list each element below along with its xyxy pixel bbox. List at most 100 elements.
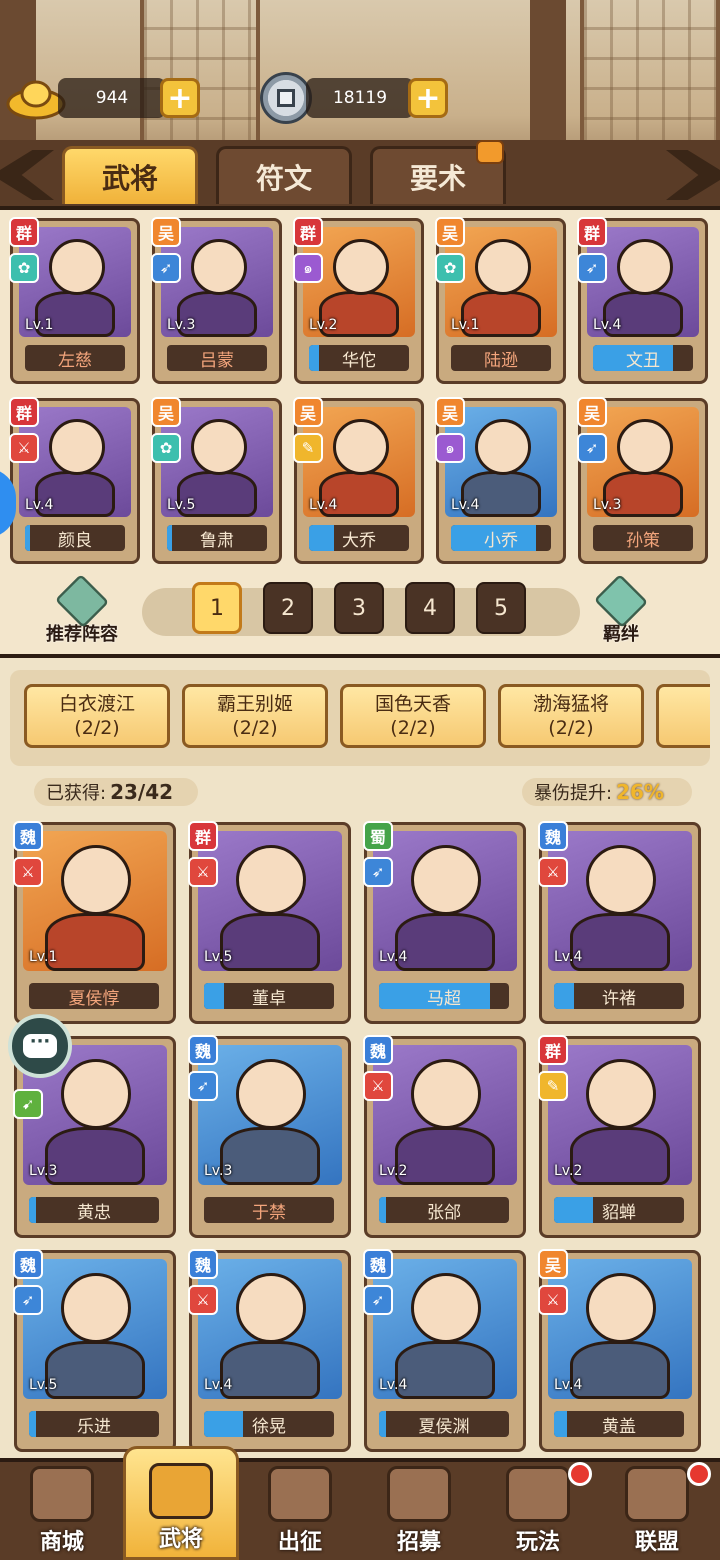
hero-card[interactable]: 吴 ✎ Lv.4 大乔 [293,397,424,564]
banner-icon [625,1466,689,1522]
hero-level: Lv.4 [379,949,408,965]
hero-figure-body [45,1341,145,1399]
nav-label: 玩法 [515,1530,560,1555]
tab-generals[interactable]: 武将 [62,146,198,204]
bond-list[interactable]: 白衣渡江(2/2)霸王别姬(2/2)国色天香(2/2)渤海猛将(2/2)逆 [10,670,710,766]
hero-card[interactable]: 群 ➶ Lv.4 文丑 [577,217,708,384]
hero-name: 颜良 [58,530,92,551]
level-progress-fill [379,1197,386,1223]
bond-button[interactable]: 羁绊 [593,573,649,646]
add-coin-button[interactable]: + [408,78,448,118]
shop-icon [30,1466,94,1522]
lineup-slot-3[interactable]: 3 [334,582,384,634]
nav-war-drum[interactable]: 出征 [242,1462,358,1560]
obtained-value: 23/42 [110,780,174,804]
nav-shop[interactable]: 商城 [4,1462,120,1560]
hero-card[interactable]: 吴 ✿ Lv.5 鲁肃 [151,397,282,564]
faction-badge: 魏 [363,1249,393,1279]
level-progress-fill [554,983,574,1009]
hero-card[interactable]: 吴 ➶ Lv.3 吕蒙 [151,217,282,384]
bond-card[interactable]: 国色天香 (2/2) [340,684,486,748]
spear-icon: ➶ [13,1285,43,1315]
hero-name-bar: 于禁 [204,1197,334,1223]
nav-label: 招募 [396,1530,441,1555]
hero-card[interactable]: 魏 ⚔ Lv.4 许褚 [538,821,701,1024]
helmet-icon [149,1463,213,1519]
lineup-slot-4[interactable]: 4 [405,582,455,634]
hero-figure-body [45,1127,145,1185]
hero-name: 黄忠 [77,1202,111,1223]
hero-card[interactable]: 群 ✎ Lv.2 貂蝉 [538,1035,701,1238]
hero-name-bar: 马超 [379,983,509,1009]
chat-button[interactable]: ··· [8,1014,72,1078]
bond-count: (2/2) [548,717,594,739]
hero-level: Lv.3 [29,1163,58,1179]
hero-name-bar: 吕蒙 [167,345,267,371]
hero-figure-head [411,1273,481,1343]
hero-card[interactable]: 蜀 ➶ Lv.4 马超 [363,821,526,1024]
nav-helmet[interactable]: 武将 [123,1446,239,1560]
bond-name: 白衣渡江 [58,693,135,715]
hero-card[interactable]: 吴 ✿ Lv.1 陆逊 [435,217,566,384]
hero-name-bar: 颜良 [25,525,125,551]
nav-scroll[interactable]: 招募 [361,1462,477,1560]
obtained-stat: 已获得: 23/42 [34,778,198,806]
lineup-slot-5[interactable]: 5 [476,582,526,634]
hero-card[interactable]: 群 ๑ Lv.2 华佗 [293,217,424,384]
hero-card[interactable]: 群 ⚔ Lv.4 颜良 [9,397,140,564]
hero-figure-head [49,239,105,295]
hero-card[interactable]: 吴 ๑ Lv.4 小乔 [435,397,566,564]
hero-name: 徐晃 [252,1416,286,1437]
hero-card[interactable]: 魏 ⚔ Lv.2 张郃 [363,1035,526,1238]
recommend-lineup-button[interactable]: 推荐阵容 [46,573,118,646]
hero-card[interactable]: 群 ⚔ Lv.5 董卓 [188,821,351,1024]
hero-card[interactable]: 群 ✿ Lv.1 左慈 [9,217,140,384]
hero-name: 孙策 [626,530,660,551]
hero-card[interactable]: 吴 ➶ Lv.3 孙策 [577,397,708,564]
hero-name-bar: 华佗 [309,345,409,371]
hero-figure-body [220,1341,320,1399]
blade-icon: ⚔ [538,1285,568,1315]
nav-label: 商城 [39,1530,84,1555]
level-progress-fill [204,983,224,1009]
hero-card[interactable]: 魏 ➶ Lv.3 于禁 [188,1035,351,1238]
spear-icon: ➶ [151,253,181,283]
hero-card[interactable]: 魏 ⚔ Lv.4 徐晃 [188,1249,351,1452]
hero-figure-body [570,1127,670,1185]
hero-figure-head [236,1273,306,1343]
add-gold-button[interactable]: + [160,78,200,118]
tab-runes[interactable]: 符文 [216,146,352,204]
blade-icon: ⚔ [538,857,568,887]
hero-name: 于禁 [252,1202,286,1223]
faction-badge: 吴 [435,217,465,247]
bond-card[interactable]: 逆 [656,684,710,748]
nav-pavilion[interactable]: 玩法 [480,1462,596,1560]
hero-level: Lv.1 [29,949,58,965]
hero-name-bar: 貂蝉 [554,1197,684,1223]
bond-card[interactable]: 渤海猛将 (2/2) [498,684,644,748]
level-progress-fill [29,1411,36,1437]
hero-figure-head [475,419,531,475]
hero-card[interactable]: 魏 ⚔ Lv.1 夏侯惇 [13,821,176,1024]
hero-figure-head [191,239,247,295]
hero-figure-head [191,419,247,475]
window-lattice [580,0,720,150]
faction-badge: 吴 [577,397,607,427]
lineup-slot-1[interactable]: 1 [192,582,242,634]
nav-label: 联盟 [634,1530,679,1555]
hero-figure-head [333,419,389,475]
hero-figure-head [586,845,656,915]
hero-card[interactable]: 吴 ⚔ Lv.4 黄盖 [538,1249,701,1452]
lineup-slot-2[interactable]: 2 [263,582,313,634]
hero-level: Lv.1 [25,317,54,333]
level-progress-fill [309,345,319,371]
bond-card[interactable]: 霸王别姬 (2/2) [182,684,328,748]
nav-banner[interactable]: 联盟 [599,1462,715,1560]
hero-level: Lv.4 [309,497,338,513]
hero-name: 貂蝉 [602,1202,636,1223]
hero-card[interactable]: 魏 ➶ Lv.4 夏侯渊 [363,1249,526,1452]
hero-name-bar: 徐晃 [204,1411,334,1437]
window-lattice [140,0,260,150]
hero-card[interactable]: 魏 ➶ Lv.5 乐进 [13,1249,176,1452]
bond-card[interactable]: 白衣渡江 (2/2) [24,684,170,748]
